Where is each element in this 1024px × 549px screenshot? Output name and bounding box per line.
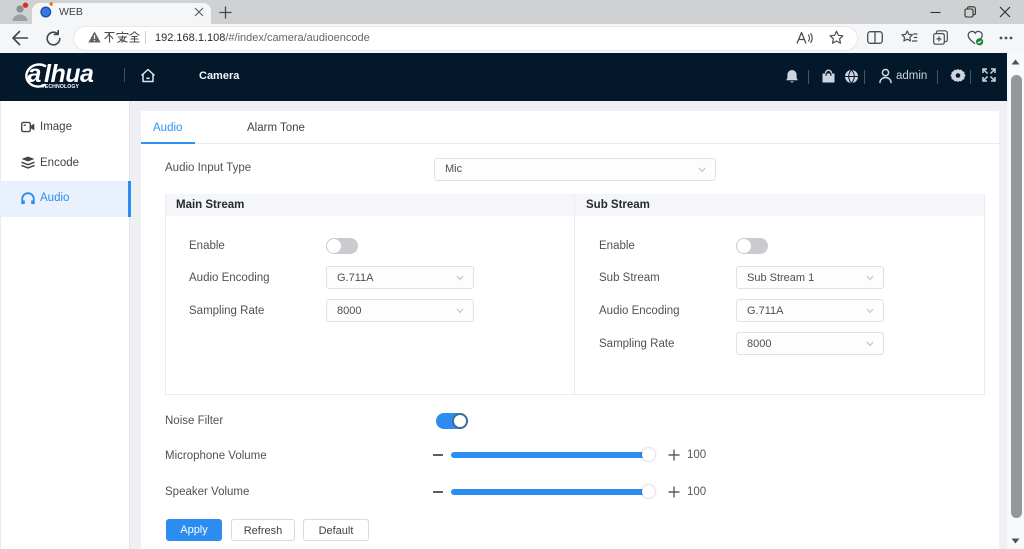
svg-text:TECHNOLOGY: TECHNOLOGY: [42, 84, 80, 90]
svg-text:a: a: [28, 60, 42, 88]
